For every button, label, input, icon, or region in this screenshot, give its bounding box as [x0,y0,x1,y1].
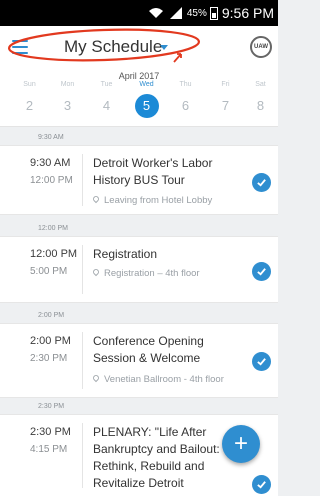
time-divider: 9:30 AM [0,130,278,145]
battery-icon [209,6,218,20]
divider-line [82,332,83,389]
list-item[interactable]: 9:30 AM 12:00 PM Detroit Worker's Labor … [0,145,278,215]
time-divider: 2:30 PM [0,399,278,414]
add-button[interactable]: + [222,425,260,463]
battery-percent: 45% [186,7,207,19]
event-start-time: 9:30 AM [30,157,71,169]
list-item[interactable]: 2:00 PM 2:30 PM Conference Opening Sessi… [0,323,278,398]
divider-line [82,154,83,206]
day-sun[interactable]: Sun 2 [10,80,49,118]
time-divider: 12:00 PM [0,221,278,236]
time-divider: 2:00 PM [0,308,278,323]
event-end-time: 12:00 PM [30,175,73,186]
union-logo[interactable]: UAW [250,36,272,58]
clock: 9:56 PM [221,5,274,21]
week-strip: April 2017 Sun 2 Mon 3 Tue 4 Wed 5 Thu 6 Fri 7… [0,70,278,127]
event-location: Venetian Ballroom - 4th floor [91,373,224,385]
check-icon[interactable] [252,173,271,192]
divider-line [82,423,83,488]
day-wed-selected[interactable]: Wed 5 [127,80,166,118]
day-thu[interactable]: Thu 6 [166,80,205,118]
location-pin-icon [91,194,101,204]
day-fri[interactable]: Fri 7 [206,80,245,118]
check-icon[interactable] [252,352,271,371]
event-title: Detroit Worker's Labor History BUS Tour [93,156,213,187]
status-bar: 45% 9:56 PM [0,0,278,26]
day-sat[interactable]: Sat 8 [241,80,280,118]
event-start-time: 12:00 PM [30,248,78,260]
divider-line [82,245,83,294]
event-end-time: 2:30 PM [30,353,68,364]
location-pin-icon [91,267,101,277]
event-end-time: 5:00 PM [30,266,68,277]
app-bar: My Schedule UAW [0,26,278,71]
list-item[interactable]: 12:00 PM 5:00 PM Registration Registrati… [0,236,278,303]
event-location: Leaving from Hotel Lobby [91,194,212,206]
annotation-circle [7,28,201,63]
event-end-time: 4:15 PM [30,444,68,455]
event-start-time: 2:00 PM [30,335,71,347]
event-start-time: 2:30 PM [30,426,71,438]
event-title: PLENARY: "Life After Bankruptcy and Bail… [93,425,220,490]
wifi-icon [148,8,163,18]
event-title: Registration [93,247,158,261]
day-mon[interactable]: Mon 3 [48,80,87,118]
check-icon[interactable] [252,262,271,281]
event-location: Registration – 4th floor [91,267,200,279]
location-pin-icon [91,373,101,383]
check-icon[interactable] [252,475,271,494]
signal-icon [169,7,182,19]
day-tue[interactable]: Tue 4 [87,80,126,118]
event-title: Conference Opening Session & Welcome [93,334,204,365]
